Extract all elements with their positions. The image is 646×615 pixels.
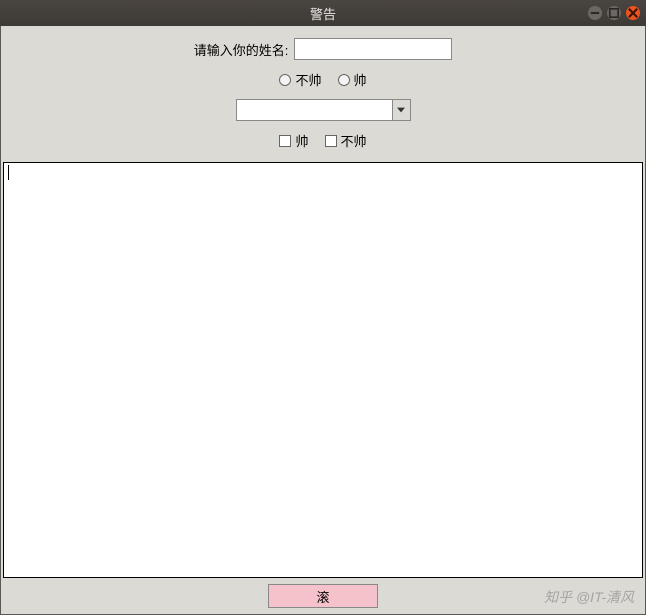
- submit-button[interactable]: 滚: [268, 584, 378, 608]
- name-label: 请输入你的姓名:: [194, 40, 289, 59]
- radio-icon: [279, 74, 291, 86]
- window-controls: [588, 6, 640, 20]
- combobox[interactable]: [236, 99, 411, 121]
- form-area: 请输入你的姓名: 不帅 帅 帅: [1, 26, 645, 158]
- name-input[interactable]: [294, 38, 452, 60]
- radio-icon: [338, 74, 350, 86]
- checkbox-icon: [325, 135, 337, 147]
- maximize-icon[interactable]: [607, 6, 621, 20]
- close-icon[interactable]: [626, 6, 640, 20]
- combobox-dropdown-button[interactable]: [392, 100, 410, 120]
- text-cursor: [8, 165, 9, 180]
- titlebar: 警告: [0, 0, 646, 26]
- radio-handsome[interactable]: 帅: [338, 70, 367, 89]
- checkbox-label: 帅: [295, 131, 308, 150]
- submit-button-label: 滚: [316, 587, 329, 606]
- radio-not-handsome[interactable]: 不帅: [279, 70, 321, 89]
- checkbox-not-handsome[interactable]: 不帅: [325, 131, 367, 150]
- combobox-input[interactable]: [237, 100, 392, 120]
- checkbox-group: 帅 不帅: [279, 131, 366, 150]
- window-content: 请输入你的姓名: 不帅 帅 帅: [0, 26, 646, 615]
- checkbox-icon: [279, 135, 291, 147]
- checkbox-label: 不帅: [341, 131, 367, 150]
- chevron-down-icon: [397, 107, 405, 113]
- main-textarea[interactable]: [4, 163, 642, 577]
- radio-group: 不帅 帅: [279, 70, 366, 89]
- textarea-container: [3, 162, 643, 578]
- radio-label: 帅: [354, 70, 367, 89]
- radio-label: 不帅: [295, 70, 321, 89]
- name-row: 请输入你的姓名:: [194, 38, 453, 60]
- checkbox-handsome[interactable]: 帅: [279, 131, 308, 150]
- window-title: 警告: [310, 4, 336, 23]
- button-row: 滚: [1, 580, 645, 614]
- minimize-icon[interactable]: [588, 6, 602, 20]
